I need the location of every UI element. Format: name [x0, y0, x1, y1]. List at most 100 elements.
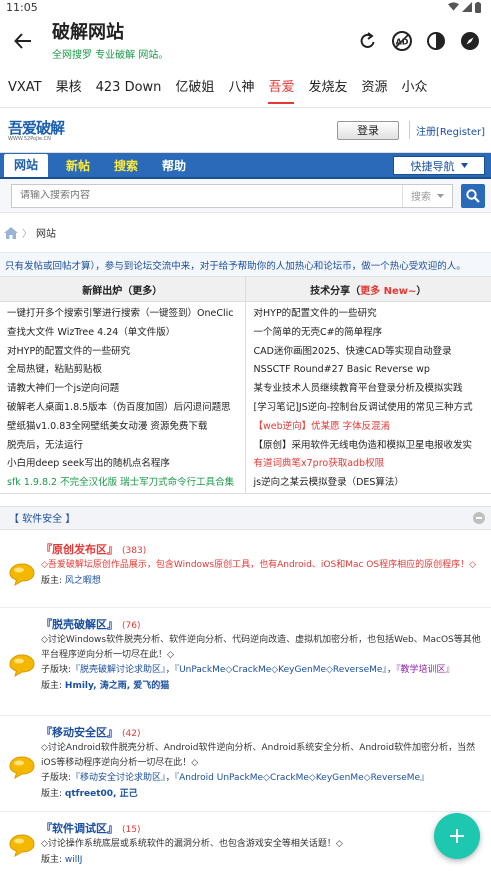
thread-link[interactable]: NSSCTF Round#27 Basic Reverse wp	[246, 361, 491, 380]
tab-item[interactable]: 亿破姐	[175, 68, 214, 108]
forum-title-link[interactable]: 『软件调试区』	[41, 822, 118, 835]
app-subtitle: 全网搜罗 专业破解 网站。	[52, 49, 169, 61]
tab-item[interactable]: 发烧友	[308, 68, 347, 108]
moderator-names[interactable]: willJ	[65, 855, 83, 865]
refresh-button[interactable]	[357, 30, 379, 52]
thread-link[interactable]: 对HYP的配置文件的一些研究	[246, 305, 491, 324]
search-scope-select[interactable]: 搜索	[402, 184, 452, 207]
login-button[interactable]: 登录	[337, 120, 400, 140]
new-posts-column: 新鲜出炉（更多） 一键打开多个搜索引擎进行搜索（一键签到）OneClic 查找大文…	[0, 277, 246, 493]
thread-link[interactable]: 破解老人桌面1.8.5版本（伪百度加固）后闪退问题思	[0, 399, 245, 418]
search-button[interactable]	[461, 183, 485, 208]
thread-link[interactable]: 有道词典笔x7pro获取adb权限	[246, 455, 491, 474]
thread-link[interactable]: 一键打开多个搜索引擎进行搜索（一键签到）OneClic	[0, 305, 245, 324]
compass-icon	[461, 32, 479, 50]
new-posts-title[interactable]: 新鲜出炉（更多）	[0, 277, 245, 302]
breadcrumb-current[interactable]: 网站	[36, 225, 56, 240]
tab-item[interactable]: 423 Down	[96, 68, 162, 108]
forum-bubble-icon	[4, 820, 40, 871]
moderator-label: 版主:	[41, 854, 63, 865]
thread-link[interactable]: 脱壳后，无法运行	[0, 437, 245, 456]
add-fab-button[interactable]	[434, 813, 480, 859]
forum-title-link[interactable]: 『移动安全区』	[41, 726, 118, 739]
tab-item[interactable]: 资源	[361, 68, 387, 108]
tab-item[interactable]: 八神	[228, 68, 254, 108]
thread-link[interactable]: [学习笔记]JS逆向-控制台反调试使用的常见三种方式	[246, 399, 491, 418]
subforum-link[interactable]: 『脱壳破解讨论求助区』	[71, 665, 166, 675]
moderator-label: 版主:	[41, 575, 63, 586]
tech-share-more-link[interactable]: 更多 New~	[360, 282, 416, 297]
thread-link[interactable]: 请教大神们一个js逆向问题	[0, 380, 245, 399]
tab-item[interactable]: 小众	[402, 68, 428, 108]
nav-help[interactable]: 帮助	[162, 155, 186, 177]
thread-link[interactable]: js逆向之某云模拟登录（DES算法）	[246, 474, 491, 493]
search-input[interactable]	[12, 190, 402, 201]
thread-link[interactable]: 【原创】采用软件无线电伪造和模拟卫星电报收发实	[246, 437, 491, 456]
web-content: 吾爱破解 WWW.52PoJie.CN 登录 注册[Register] 网站 新…	[0, 108, 491, 871]
moderator-names[interactable]: Hmily, 涛之雨, 爱飞的猫	[65, 681, 169, 691]
main-nav: 网站 新帖 搜索 帮助 快捷导航	[0, 153, 491, 179]
app-bar: 破解网站 全网搜罗 专业破解 网站。 AD	[0, 14, 491, 68]
forum-row: 『脱壳破解区』 (76) ◇讨论Windows软件脱壳分析、软件逆向分析、代码逆向改…	[0, 608, 491, 716]
moderator-names[interactable]: qtfreet00, 正己	[65, 789, 138, 799]
thread-link[interactable]: sfk 1.9.8.2 不完全汉化版 瑞士军刀式命令行工具合集	[0, 474, 245, 493]
status-icons	[448, 1, 481, 13]
home-icon[interactable]	[4, 226, 18, 239]
thread-link[interactable]: CAD迷你画图2025、快速CAD等实现自动登录	[246, 343, 491, 362]
collapse-icon[interactable]	[473, 511, 485, 524]
subforum-link[interactable]: 『教学培训区』	[396, 665, 455, 675]
forum-thread-count: (76)	[122, 620, 141, 631]
dark-mode-button[interactable]	[425, 30, 447, 52]
thread-link[interactable]: 小白用deep seek写出的随机点名程序	[0, 455, 245, 474]
arrow-left-icon	[14, 33, 31, 49]
subforum-link[interactable]: 『UnPackMe◇CrackMe◇KeyGenMe◇ReverseMe』	[175, 665, 387, 675]
tab-item[interactable]: 吾爱	[268, 68, 295, 108]
forum-description: ◇吾爱破解坛原创作品展示，包含Windows原创工具，也有Android、iOS…	[41, 559, 476, 570]
tab-item[interactable]: 果核	[56, 68, 82, 108]
forum-title-link[interactable]: 『脱壳破解区』	[41, 618, 118, 631]
wifi-icon	[448, 2, 459, 11]
nav-search[interactable]: 搜索	[114, 155, 138, 177]
thread-link[interactable]: 【web逆向】优某愿 字体反混淆	[246, 418, 491, 437]
forum-bubble-icon	[4, 541, 40, 607]
explore-button[interactable]	[459, 30, 481, 52]
forum-title-link[interactable]: 『原创发布区』	[41, 543, 118, 556]
notice-bar: 只有发帖或回帖才算），参与到论坛交流中来，对于给予帮助你的人加热心和论坛币，做一…	[0, 253, 491, 277]
thread-link[interactable]: 一个简单的无壳C#的简单程序	[246, 324, 491, 343]
ad-block-button[interactable]: AD	[391, 30, 413, 52]
subforum-line: 子版块:『移动安全讨论求助区』，『Android UnPackMe◇CrackM…	[41, 771, 485, 786]
nav-website[interactable]: 网站	[4, 154, 49, 177]
forum-bubble-icon	[4, 724, 40, 811]
thread-link[interactable]: 壁纸猫v1.0.83全网壁纸美女动漫 资源免费下载	[0, 418, 245, 437]
forum-row: 『软件调试区』 (15) ◇讨论操作系统底层或系统软件的漏洞分析、也包含游戏安全等相…	[0, 812, 491, 871]
thread-link[interactable]: 全局热键，粘贴剪贴板	[0, 361, 245, 380]
battery-icon	[475, 1, 481, 13]
forum-title-line: 『软件调试区』 (15)	[41, 820, 485, 836]
back-button[interactable]	[12, 30, 34, 52]
subforum-comma: ，	[165, 664, 175, 675]
forum-description: ◇讨论Android软件脱壳分析、Android软件逆向分析、Android系统…	[41, 742, 476, 768]
moderator-names[interactable]: 风之暇想	[65, 576, 101, 586]
moderator-label: 版主:	[41, 788, 63, 799]
subforum-link[interactable]: 『Android UnPackMe◇CrackMe◇KeyGenMe◇Rever…	[175, 773, 430, 783]
thread-link[interactable]: 对HYP的配置文件的一些研究	[0, 343, 245, 362]
breadcrumb: 〉 网站	[0, 213, 491, 253]
app-actions: AD	[357, 30, 481, 52]
section-title[interactable]: 【 软件安全 】	[9, 510, 75, 525]
forum-title-line: 『脱壳破解区』 (76)	[41, 616, 485, 632]
quick-nav-dropdown[interactable]: 快捷导航	[393, 156, 485, 175]
forum-list: 『原创发布区』 (383) ◇吾爱破解坛原创作品展示，包含Windows原创工具，也…	[0, 530, 491, 871]
subforum-link[interactable]: 『移动安全讨论求助区』	[71, 773, 166, 783]
site-header: 吾爱破解 WWW.52PoJie.CN 登录 注册[Register]	[0, 108, 491, 153]
thread-link[interactable]: 某专业技术人员继续教育平台登录分析及模拟实践	[246, 380, 491, 399]
site-logo[interactable]: 吾爱破解 WWW.52PoJie.CN	[6, 116, 65, 144]
thread-link[interactable]: 查找大文件 WizTree 4.24（单文件版）	[0, 324, 245, 343]
tab-item[interactable]: VXAT	[8, 68, 42, 108]
tech-share-close: ）	[416, 285, 427, 297]
speech-bubble-icon	[9, 834, 35, 858]
register-link[interactable]: 注册[Register]	[416, 123, 485, 138]
moderator-line: 版主: willJ	[41, 852, 485, 868]
caret-down-icon	[437, 193, 444, 198]
nav-new-posts[interactable]: 新帖	[66, 155, 90, 177]
ad-block-icon: AD	[392, 31, 412, 51]
